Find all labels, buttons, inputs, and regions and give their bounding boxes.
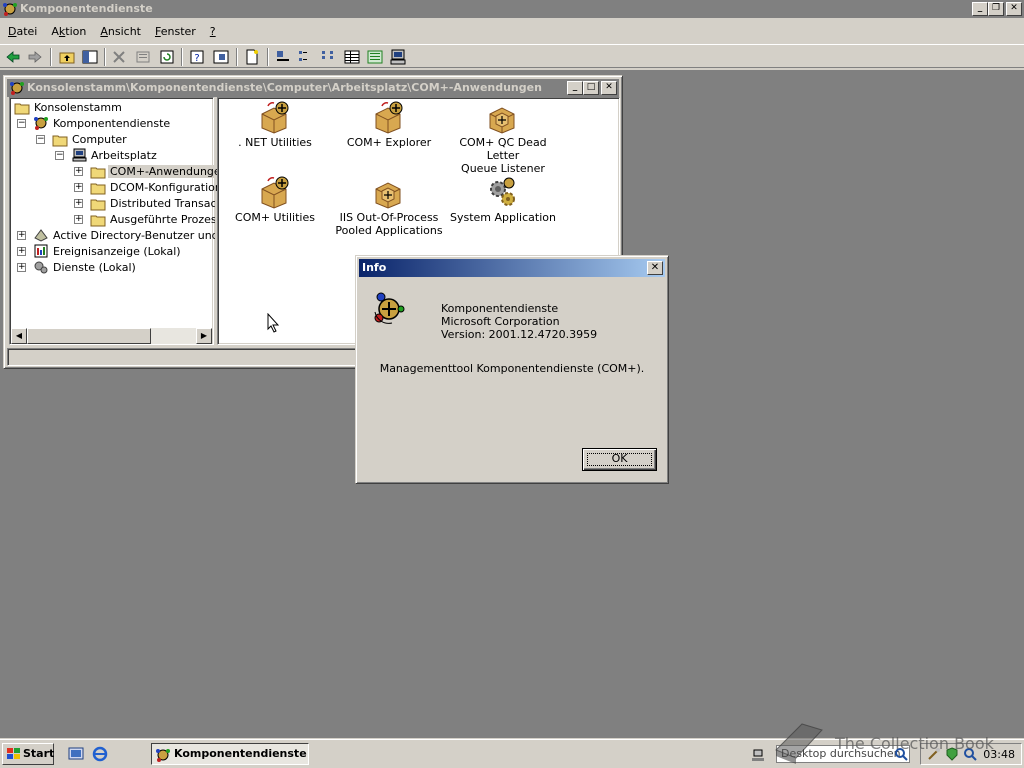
internet-explorer-icon[interactable] [92,746,108,762]
list-item-iis-out-of-process[interactable]: IIS Out-Of-Process Pooled Applications [334,175,444,237]
dialog-description: Managementtool Komponentendienste (COM+)… [379,362,645,375]
large-icons-icon[interactable] [274,48,292,66]
app-title: Komponentendienste [20,2,153,15]
dialog-titlebar[interactable]: Info ✕ [359,259,665,277]
menu-help[interactable]: ? [202,22,222,42]
scroll-right-button[interactable]: ▶ [196,328,212,344]
windows-logo-icon [7,748,20,759]
company-name: Microsoft Corporation [441,315,560,328]
dialog-product-info: Komponentendienste Microsoft Corporation… [441,302,597,341]
list-item-net-utilities[interactable]: . NET Utilities [220,100,330,149]
component-services-icon [156,749,170,762]
restore-button[interactable]: ❐ [988,2,1004,16]
folder-icon [90,183,106,195]
component-services-logo-icon [374,292,405,324]
component-services-icon [10,82,24,95]
console-titlebar[interactable]: Konsolenstamm\Komponentendienste\Compute… [7,79,619,97]
refresh-icon[interactable] [158,48,176,66]
list-item-com-qc-dead-letter[interactable]: COM+ QC Dead Letter Queue Listener [448,100,558,175]
expand-toggle[interactable]: + [74,215,83,224]
ok-button[interactable]: OK [582,448,657,471]
quick-launch [62,743,142,765]
tree-view-icon[interactable] [366,48,384,66]
expand-toggle[interactable]: + [74,183,83,192]
active-directory-icon [34,229,48,242]
expand-toggle[interactable]: + [17,231,26,240]
minimize-button[interactable]: _ [972,2,988,16]
com-app-package-icon [375,101,403,134]
expand-toggle[interactable]: + [17,247,26,256]
toolbar: ? [0,44,1024,68]
menubar: Datei Aktion Ansicht Fenster ? [0,22,1024,42]
services-gears-icon [34,261,48,274]
network-icon[interactable] [750,747,766,763]
console-title: Konsolenstamm\Komponentendienste\Compute… [27,81,542,94]
com-app-package-icon [261,176,289,209]
show-hide-tree-icon[interactable] [81,48,99,66]
list-view-icon[interactable] [320,48,338,66]
folder-icon [52,135,68,147]
watermark-text: The Collection Book [835,734,994,753]
list-item-com-utilities[interactable]: COM+ Utilities [220,175,330,224]
folder-icon [14,103,30,115]
component-services-icon [3,3,17,16]
computer-icon [72,148,87,162]
watermark-book-icon [775,723,823,764]
console-tree: Konsolenstamm − Komponentendienste − Com… [9,97,222,345]
app-titlebar[interactable]: Komponentendienste _ ❐ ✕ [0,0,1024,18]
list-item-system-application[interactable]: System Application [448,175,558,224]
info-dialog: Info ✕ Komponentendienste Microsoft Corp… [355,255,669,484]
console-tree-icon[interactable] [212,48,230,66]
expand-toggle[interactable]: + [74,167,83,176]
forward-arrow-icon[interactable] [26,48,44,66]
com-app-package-icon [261,101,289,134]
properties-icon[interactable] [134,48,152,66]
collapse-toggle[interactable]: − [17,119,26,128]
system-gears-icon [490,177,515,206]
menu-datei[interactable]: Datei [0,22,43,42]
svg-text:?: ? [194,53,199,64]
small-icons-icon[interactable] [297,48,315,66]
details-view-icon[interactable] [343,48,361,66]
expand-toggle[interactable]: + [74,199,83,208]
close-button[interactable]: ✕ [1006,2,1022,16]
back-arrow-icon[interactable] [4,48,22,66]
menu-ansicht[interactable]: Ansicht [92,22,147,42]
taskbar-button-komponentendienste[interactable]: Komponentendienste [151,743,309,765]
new-window-icon[interactable] [243,48,261,66]
computer-icon[interactable] [389,48,407,66]
com-app-package-icon [489,107,515,134]
menu-aktion[interactable]: Aktion [43,22,92,42]
up-folder-icon[interactable] [58,48,76,66]
tree-horizontal-scrollbar[interactable]: ◀ ▶ [11,328,212,344]
start-button[interactable]: Start [2,743,54,765]
collapse-toggle[interactable]: − [36,135,45,144]
scroll-left-button[interactable]: ◀ [11,328,27,344]
com-app-package-icon [375,182,401,209]
menu-fenster[interactable]: Fenster [147,22,202,42]
component-services-icon [34,117,48,130]
collapse-toggle[interactable]: − [55,151,64,160]
event-viewer-icon [34,244,48,258]
expand-toggle[interactable]: + [17,263,26,272]
folder-icon [90,199,106,211]
folder-icon [90,215,106,227]
version-text: Version: 2001.12.4720.3959 [441,328,598,341]
mouse-cursor-icon [267,313,279,333]
console-close-button[interactable]: ✕ [601,81,617,95]
console-maximize-button[interactable]: □ [583,81,599,95]
show-desktop-icon[interactable] [68,746,84,762]
console-minimize-button[interactable]: _ [567,81,583,95]
delete-icon[interactable] [110,48,128,66]
list-item-com-explorer[interactable]: COM+ Explorer [334,100,444,149]
help-icon[interactable]: ? [188,48,206,66]
product-name: Komponentendienste [441,302,559,315]
scroll-thumb[interactable] [27,328,151,344]
dialog-close-button[interactable]: ✕ [647,261,663,275]
open-folder-icon [90,167,106,179]
dialog-title: Info [362,261,387,274]
